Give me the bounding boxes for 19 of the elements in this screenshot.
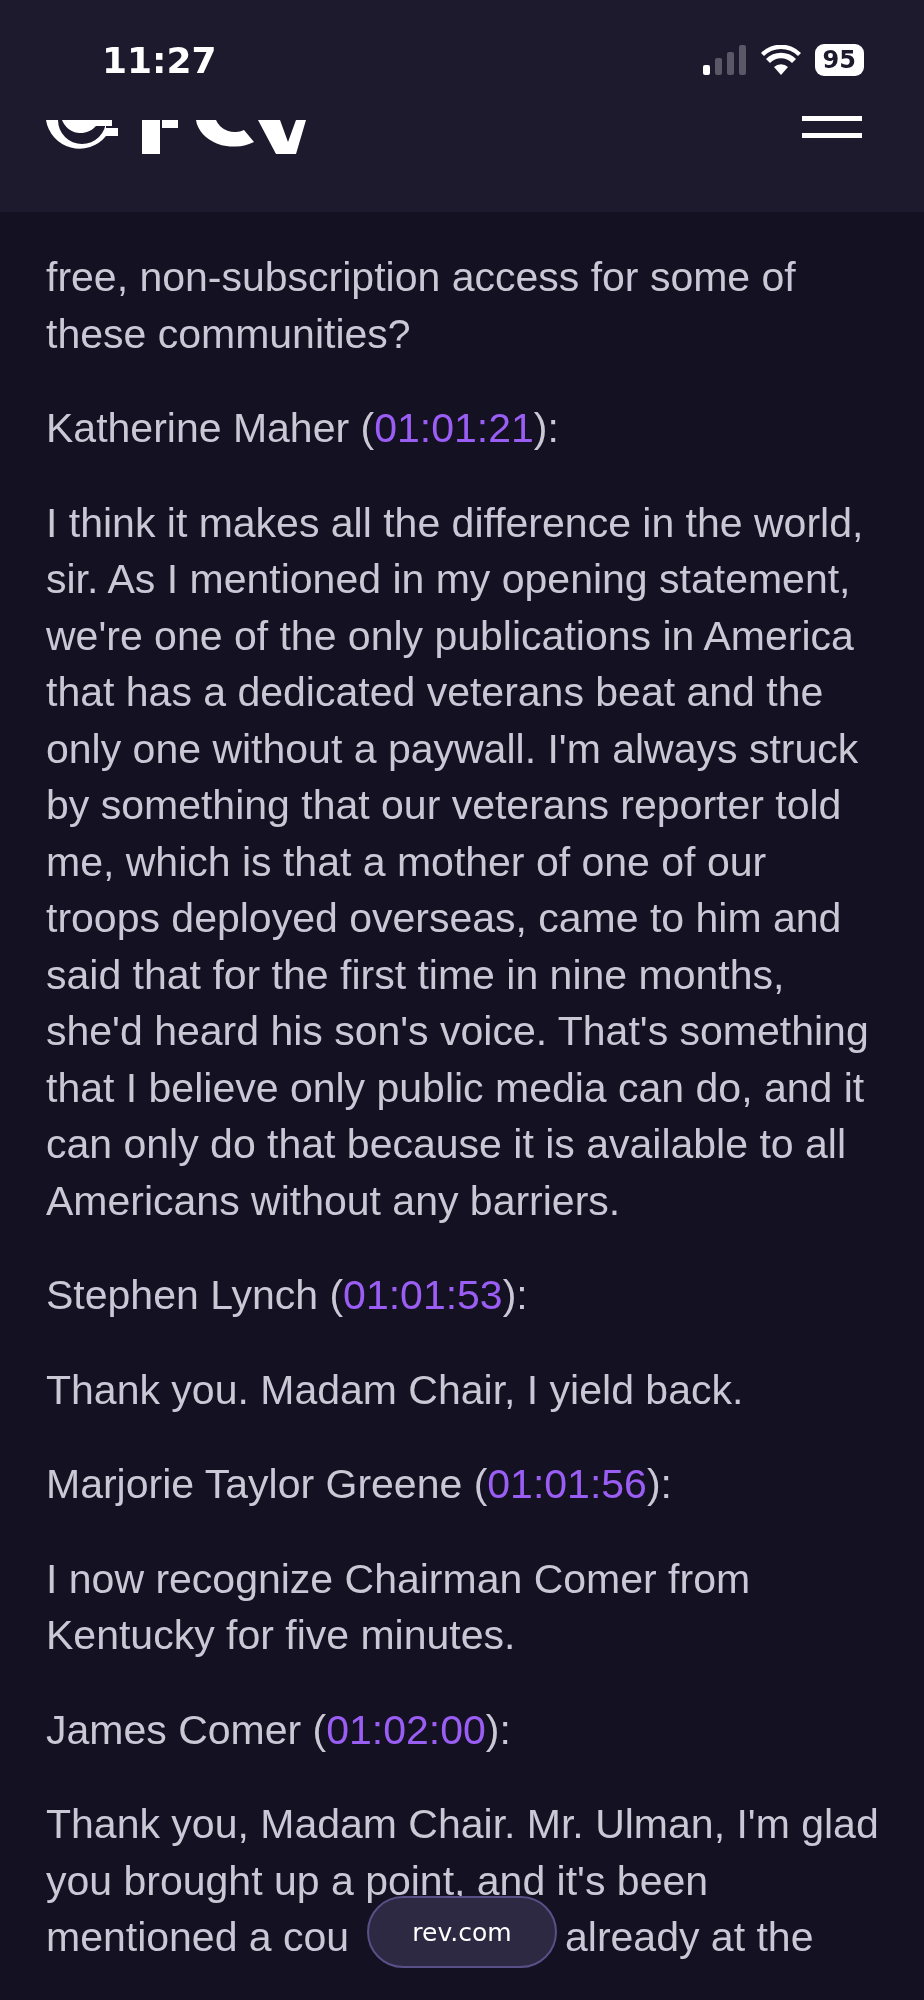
transcript-text: mentioned a cou: [46, 1913, 350, 1962]
wifi-icon: [760, 45, 801, 75]
transcript-paragraph: Thank you. Madam Chair, I yield back.: [46, 1365, 745, 1415]
logo-drawing[interactable]: [46, 120, 306, 154]
signal-icon: [702, 45, 747, 75]
timestamp-link[interactable]: 01:01:21: [374, 405, 534, 451]
timestamp-link[interactable]: 01:01:53: [343, 1272, 503, 1318]
transcript-paragraph: I think it makes all the difference in the world, sir. As I mentioned in my opening statement, we're one of the only publications in America that has a dedicated veterans beat and the only one without a paywall. I'm always struck by something that our veterans reporter told me, which is that a mother of one of our troops deployed overseas, came to him and said that for the first time in nine months, she'd heard his son's voice. That's something that I believe only public media can do, and it can only do that because it is available to all Americans without any barriers.: [46, 498, 870, 1226]
status-time: 11:27: [102, 39, 218, 81]
speaker-line: James Comer (01:02:00):: [46, 1705, 512, 1755]
timestamp-link[interactable]: 01:01:56: [487, 1461, 647, 1507]
battery-level: 95: [814, 44, 864, 76]
timestamp-link[interactable]: 01:02:00: [326, 1706, 486, 1753]
speaker-line: Marjorie Taylor Greene (01:01:56):: [46, 1460, 673, 1509]
transcript-paragraph: free, non-subscription access for some of these communities?: [46, 253, 797, 359]
speaker-line: Katherine Maher (01:01:21):: [46, 404, 560, 453]
transcript-paragraph: I now recognize Chairman Comer from Kentucky for five minutes.: [46, 1554, 752, 1660]
transcript-text: already at the: [565, 1913, 814, 1962]
speaker-line: Stephen Lynch (01:01:53):: [46, 1271, 529, 1320]
